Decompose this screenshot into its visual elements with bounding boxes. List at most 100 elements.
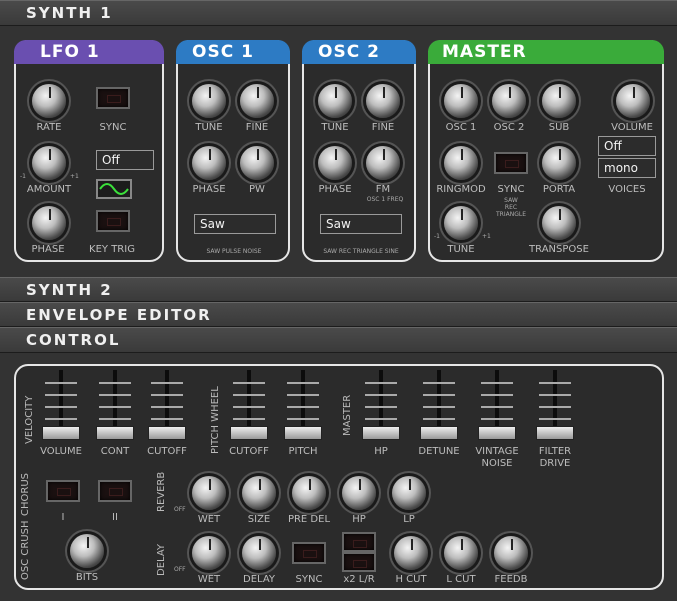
master-vintage-noise-label: VINTAGE NOISE (475, 446, 519, 469)
osc1-pw-knob[interactable] (240, 146, 274, 180)
master-voices-select[interactable]: mono (598, 158, 656, 178)
osc2-tune-knob[interactable] (318, 84, 352, 118)
reverb-wet-off: OFF (174, 506, 186, 513)
delay-sync-label: SYNC (295, 574, 323, 585)
section-control-header[interactable]: CONTROL (0, 327, 677, 353)
master-osc1-label: OSC 1 (445, 122, 477, 133)
osc1-tune-label: TUNE (195, 122, 223, 133)
chorus-ii-label: II (112, 512, 118, 523)
section-synth2-title: SYNTH 2 (26, 280, 113, 299)
chorus-ii-toggle[interactable] (98, 480, 132, 502)
master-osc1-knob[interactable] (444, 84, 478, 118)
lfo1-rate-knob[interactable] (32, 84, 66, 118)
master-volume-knob[interactable] (616, 84, 650, 118)
osc2-fm-sublabel: OSC 1 FREQ (366, 196, 404, 203)
osc-crush-label: OSC CRUSH (20, 520, 31, 581)
osc1-wave-select[interactable]: Saw (194, 214, 276, 234)
chorus-i-toggle[interactable] (46, 480, 80, 502)
section-synth1-title: SYNTH 1 (26, 4, 113, 22)
lfo1-key-trig-toggle[interactable] (96, 210, 130, 232)
reverb-hp-knob[interactable] (342, 476, 376, 510)
master-voices-label: VOICES (608, 184, 646, 195)
control-panel: VELOCITY VOLUME CONT CUTOFF PITCH WHEEL … (14, 364, 664, 590)
osc1-fine-knob[interactable] (240, 84, 274, 118)
osc2-fm-knob[interactable] (366, 146, 400, 180)
sine-wave-icon[interactable] (96, 179, 132, 199)
master-hp-fader[interactable] (362, 370, 400, 444)
master-control-label: MASTER (342, 394, 353, 436)
master-sync-opt-rec: REC (504, 204, 518, 211)
chorus-i-label: I (61, 512, 65, 523)
osc-crush-bits-knob[interactable] (70, 534, 104, 568)
section-envelope-header[interactable]: ENVELOPE EDITOR (0, 302, 677, 327)
delay-lcut-label: L CUT (446, 574, 476, 585)
delay-x2-toggle-top[interactable] (342, 532, 376, 552)
osc1-pw-label: PW (249, 184, 265, 195)
master-porta-knob[interactable] (542, 146, 576, 180)
pitch-wheel-pitch-label: PITCH (288, 446, 318, 457)
reverb-size-knob[interactable] (242, 476, 276, 510)
osc2-phase-label: PHASE (318, 184, 352, 195)
osc1-fine-label: FINE (245, 122, 269, 133)
delay-time-label: DELAY (243, 574, 275, 585)
master-sync-label: SYNC (497, 184, 525, 195)
section-synth2-header[interactable]: SYNTH 2 (0, 277, 677, 302)
delay-x2-label: x2 L/R (343, 574, 375, 585)
master-tune-max: +1 (482, 233, 491, 240)
delay-x2-toggle-bottom[interactable] (342, 552, 376, 572)
lfo1-amount-min: -1 (20, 173, 26, 180)
master-osc2-label: OSC 2 (493, 122, 525, 133)
osc1-panel: OSC 1 TUNE FINE PHASE PW Saw SAW PULSE N… (176, 40, 290, 262)
lfo1-sync-toggle[interactable] (96, 87, 130, 109)
master-panel: MASTER OSC 1 OSC 2 SUB VOLUME RINGMOD SY… (428, 40, 664, 262)
master-detune-label: DETUNE (418, 446, 460, 457)
master-ringmod-knob[interactable] (444, 146, 478, 180)
master-tune-knob[interactable] (444, 206, 478, 240)
master-tune-min: -1 (434, 233, 440, 240)
master-sub-knob[interactable] (542, 84, 576, 118)
osc2-fm-label: FM (375, 184, 391, 195)
osc2-wave-select[interactable]: Saw (320, 214, 402, 234)
velocity-cont-fader[interactable] (96, 370, 134, 444)
osc2-phase-knob[interactable] (318, 146, 352, 180)
master-vintage-noise-fader[interactable] (478, 370, 516, 444)
velocity-cutoff-fader[interactable] (148, 370, 186, 444)
delay-wet-knob[interactable] (192, 536, 226, 570)
delay-wet-off: OFF (174, 566, 186, 573)
lfo1-amount-knob[interactable] (32, 146, 66, 180)
delay-time-knob[interactable] (242, 536, 276, 570)
master-ringmod-label: RINGMOD (436, 184, 486, 195)
master-porta-value-field[interactable]: Off (598, 136, 656, 156)
section-synth1-header[interactable]: SYNTH 1 (0, 0, 677, 26)
delay-feedb-knob[interactable] (494, 536, 528, 570)
delay-lcut-knob[interactable] (444, 536, 478, 570)
velocity-volume-fader[interactable] (42, 370, 80, 444)
reverb-lp-knob[interactable] (392, 476, 426, 510)
section-control-title: CONTROL (26, 331, 121, 349)
lfo1-phase-knob[interactable] (32, 206, 66, 240)
osc2-fine-label: FINE (371, 122, 395, 133)
osc1-phase-knob[interactable] (192, 146, 226, 180)
delay-sync-toggle[interactable] (292, 542, 326, 564)
osc1-phase-label: PHASE (192, 184, 226, 195)
master-transpose-knob[interactable] (542, 206, 576, 240)
osc2-header: OSC 2 (302, 40, 416, 64)
master-sync-opt-saw: SAW (504, 197, 518, 204)
osc1-tune-knob[interactable] (192, 84, 226, 118)
master-transpose-label: TRANSPOSE (529, 244, 589, 255)
master-sync-toggle[interactable] (494, 152, 528, 174)
master-osc2-knob[interactable] (492, 84, 526, 118)
osc1-header: OSC 1 (176, 40, 290, 64)
lfo1-sync-label: SYNC (99, 122, 127, 133)
master-filter-drive-fader[interactable] (536, 370, 574, 444)
delay-hcut-knob[interactable] (394, 536, 428, 570)
reverb-pre-del-knob[interactable] (292, 476, 326, 510)
pitch-wheel-cutoff-fader[interactable] (230, 370, 268, 444)
pitch-wheel-pitch-fader[interactable] (284, 370, 322, 444)
reverb-wet-label: WET (197, 514, 221, 525)
master-detune-fader[interactable] (420, 370, 458, 444)
osc2-fine-knob[interactable] (366, 84, 400, 118)
lfo1-sync-value-field[interactable]: Off (96, 150, 154, 170)
reverb-wet-knob[interactable] (192, 476, 226, 510)
reverb-hp-label: HP (352, 514, 366, 525)
